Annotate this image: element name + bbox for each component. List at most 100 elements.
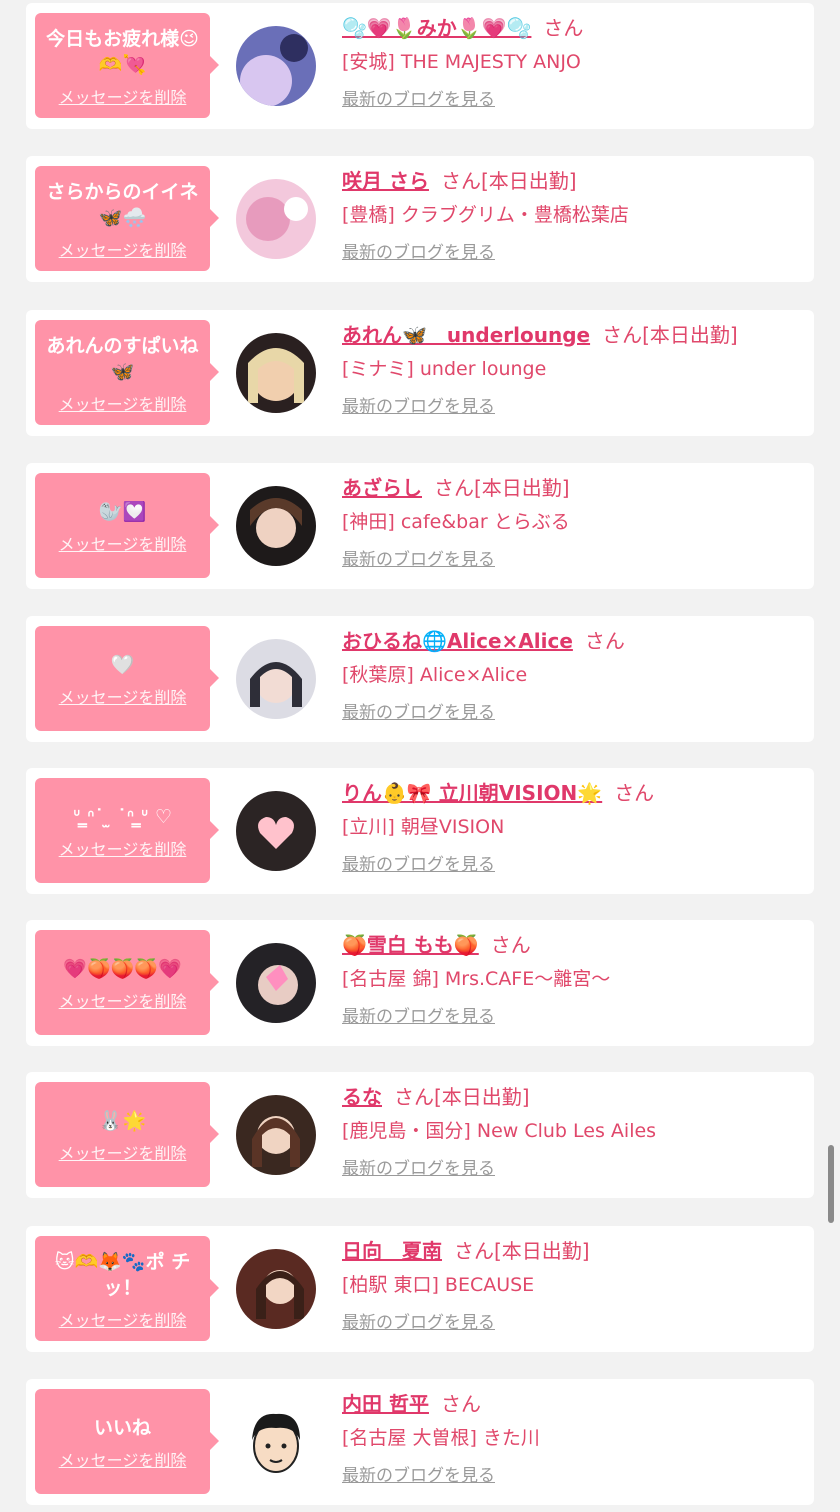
delete-message-link[interactable]: メッセージを削除 [59, 684, 187, 708]
shop-name: [秋葉原] Alice×Alice [342, 664, 528, 686]
message-bubble: 🐰🌟 メッセージを削除 [35, 1082, 219, 1187]
list-item: 🐱🫶🦊🐾ポ チッ！ メッセージを削除 日向 夏南 さん[本日出勤] [柏駅 東口]… [26, 1226, 814, 1352]
avatar[interactable] [236, 333, 316, 413]
message-bubble: あれんのすぱいね 🦋 メッセージを削除 [35, 320, 219, 425]
name-line: おひるね🌐Alice×Alice さん [342, 626, 806, 656]
avatar[interactable] [236, 1402, 316, 1482]
shop-name: [立川] 朝昼VISION [342, 816, 505, 838]
cast-name-link[interactable]: 🫧💗🌷みか🌷💗🫧 [342, 16, 531, 40]
avatar[interactable] [236, 179, 316, 259]
latest-blog-link[interactable]: 最新のブログを見る [342, 545, 495, 570]
delete-message-link[interactable]: メッセージを削除 [59, 836, 187, 860]
cast-name-link[interactable]: おひるね🌐Alice×Alice [342, 629, 573, 653]
name-line: 内田 哲平 さん [342, 1389, 806, 1419]
delete-message-link[interactable]: メッセージを削除 [59, 237, 187, 261]
list-item: 今日もお疲れ様😉 🫶💘 メッセージを削除 🫧💗🌷みか🌷💗🫧 さん [安城] THE… [26, 3, 814, 129]
honorific: さん [602, 323, 643, 347]
avatar[interactable] [236, 26, 316, 106]
latest-blog-link[interactable]: 最新のブログを見る [342, 1308, 495, 1333]
honorific: さん [614, 781, 655, 805]
cast-name-link[interactable]: 🍑雪白 もも🍑 [342, 933, 479, 957]
name-line: 🍑雪白 もも🍑 さん [342, 930, 806, 960]
message-text: ᐡ ̳ᐢ˙ ̫ ˙ᐢ ̳ᐡ ♡ [72, 805, 173, 828]
honorific: さん [543, 16, 584, 40]
latest-blog-link[interactable]: 最新のブログを見る [342, 1154, 495, 1179]
message-bubble: 💗🍑🍑🍑💗 メッセージを削除 [35, 930, 219, 1035]
avatar[interactable] [236, 943, 316, 1023]
avatar[interactable] [236, 639, 316, 719]
shop-name: [名古屋 大曽根] きた川 [342, 1427, 540, 1449]
delete-message-link[interactable]: メッセージを削除 [59, 391, 187, 415]
latest-blog-link[interactable]: 最新のブログを見る [342, 1002, 495, 1027]
cast-name-link[interactable]: るな [342, 1085, 382, 1109]
list-item: あれんのすぱいね 🦋 メッセージを削除 あれん🦋 underlounge さん[本… [26, 310, 814, 436]
avatar[interactable] [236, 791, 316, 871]
list-item: いいね メッセージを削除 内田 哲平 さん [名古屋 大曽根] きた川 最新のブロ… [26, 1379, 814, 1505]
honorific: さん [490, 933, 531, 957]
cast-name-link[interactable]: りん👶🎀 立川朝VISION🌟 [342, 781, 602, 805]
cast-name-link[interactable]: 咲月 さら [342, 169, 429, 193]
delete-message-link[interactable]: メッセージを削除 [59, 1447, 187, 1471]
cast-name-link[interactable]: あざらし [342, 476, 422, 500]
message-text: 💗🍑🍑🍑💗 [63, 957, 182, 980]
delete-message-link[interactable]: メッセージを削除 [59, 988, 187, 1012]
message-bubble: 🦭💟 メッセージを削除 [35, 473, 219, 578]
avatar[interactable] [236, 486, 316, 566]
list-item: さらからのイイネ 🦋🌨️ メッセージを削除 咲月 さら さん[本日出勤] [豊橋]… [26, 156, 814, 282]
status-badge: [本日出勤] [434, 1085, 530, 1109]
message-bubble: 🤍 メッセージを削除 [35, 626, 219, 731]
message-text: あれんのすぱいね 🦋 [46, 334, 199, 383]
list-item: 💗🍑🍑🍑💗 メッセージを削除 🍑雪白 もも🍑 さん [名古屋 錦] Mrs.CAF… [26, 920, 814, 1046]
list-item: ᐡ ̳ᐢ˙ ̫ ˙ᐢ ̳ᐡ ♡ メッセージを削除 りん👶🎀 立川朝VISION🌟… [26, 768, 814, 894]
message-text: 🐱🫶🦊🐾ポ チッ！ [54, 1250, 191, 1299]
message-text: 🐰🌟 [98, 1109, 147, 1132]
name-line: 咲月 さら さん[本日出勤] [342, 166, 806, 196]
shop-name: [柏駅 東口] BECAUSE [342, 1274, 535, 1296]
shop-name: [名古屋 錦] Mrs.CAFE～離宮～ [342, 968, 611, 990]
honorific: さん [394, 1085, 434, 1109]
cast-name-link[interactable]: 内田 哲平 [342, 1392, 429, 1416]
honorific: さん [440, 1392, 481, 1416]
shop-name: [ミナミ] under lounge [342, 358, 547, 380]
message-bubble: ᐡ ̳ᐢ˙ ̫ ˙ᐢ ̳ᐡ ♡ メッセージを削除 [35, 778, 219, 883]
name-line: あれん🦋 underlounge さん[本日出勤] [342, 320, 806, 350]
latest-blog-link[interactable]: 最新のブログを見る [342, 238, 495, 263]
name-line: 🫧💗🌷みか🌷💗🫧 さん [342, 13, 806, 43]
scrollbar[interactable] [828, 1145, 834, 1223]
delete-message-link[interactable]: メッセージを削除 [59, 84, 187, 108]
message-bubble: いいね メッセージを削除 [35, 1389, 219, 1494]
message-bubble: さらからのイイネ 🦋🌨️ メッセージを削除 [35, 166, 219, 271]
list-item: 🤍 メッセージを削除 おひるね🌐Alice×Alice さん [秋葉原] Alic… [26, 616, 814, 742]
shop-name: [鹿児島・国分] New Club Les Ailes [342, 1120, 657, 1142]
like-message-list-page: 今日もお疲れ様😉 🫶💘 メッセージを削除 🫧💗🌷みか🌷💗🫧 さん [安城] THE… [0, 0, 840, 1512]
name-line: りん👶🎀 立川朝VISION🌟 さん [342, 778, 806, 808]
avatar[interactable] [236, 1249, 316, 1329]
message-text: 🤍 [110, 653, 135, 676]
name-line: るな さん[本日出勤] [342, 1082, 806, 1112]
status-badge: [本日出勤] [474, 476, 570, 500]
cast-name-link[interactable]: 日向 夏南 [342, 1239, 442, 1263]
name-line: あざらし さん[本日出勤] [342, 473, 806, 503]
message-text: 🦭💟 [98, 500, 147, 523]
latest-blog-link[interactable]: 最新のブログを見る [342, 850, 495, 875]
delete-message-link[interactable]: メッセージを削除 [59, 1140, 187, 1164]
delete-message-link[interactable]: メッセージを削除 [59, 1307, 187, 1331]
status-badge: [本日出勤] [494, 1239, 590, 1263]
message-text: いいね [93, 1416, 151, 1439]
shop-name: [神田] cafe&bar とらぶる [342, 511, 570, 533]
latest-blog-link[interactable]: 最新のブログを見る [342, 1461, 495, 1486]
shop-name: [安城] THE MAJESTY ANJO [342, 51, 581, 73]
honorific: さん [440, 169, 481, 193]
cast-name-link[interactable]: あれん🦋 underlounge [342, 323, 590, 347]
latest-blog-link[interactable]: 最新のブログを見る [342, 698, 495, 723]
honorific: さん [584, 629, 625, 653]
avatar[interactable] [236, 1095, 316, 1175]
latest-blog-link[interactable]: 最新のブログを見る [342, 392, 495, 417]
status-badge: [本日出勤] [642, 323, 738, 347]
message-text: 今日もお疲れ様😉 🫶💘 [46, 27, 199, 76]
latest-blog-link[interactable]: 最新のブログを見る [342, 85, 495, 110]
name-line: 日向 夏南 さん[本日出勤] [342, 1236, 806, 1266]
honorific: さん [454, 1239, 494, 1263]
delete-message-link[interactable]: メッセージを削除 [59, 531, 187, 555]
message-bubble: 🐱🫶🦊🐾ポ チッ！ メッセージを削除 [35, 1236, 219, 1341]
